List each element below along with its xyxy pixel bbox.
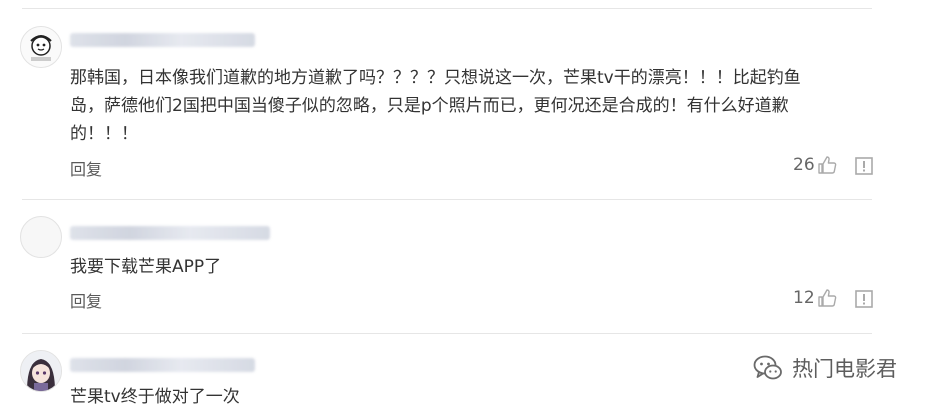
username-redacted <box>70 33 255 47</box>
watermark-text: 热门电影君 <box>792 357 897 381</box>
wechat-icon <box>753 355 782 380</box>
avatar[interactable] <box>20 26 62 68</box>
like-count: 12 <box>793 288 815 308</box>
comment-divider <box>22 199 872 200</box>
reply-button[interactable]: 回复 <box>70 288 102 312</box>
comment-text: 那韩国，日本像我们道歉的地方道歉了吗？？？？只想说这一次，芒果tv干的漂亮！！！… <box>70 68 801 144</box>
top-divider <box>22 8 872 9</box>
like-button[interactable]: 26 <box>793 155 837 175</box>
avatar[interactable] <box>20 350 62 392</box>
comment-text: 芒果tv终于做对了一次 <box>70 387 240 407</box>
username-redacted <box>70 358 255 372</box>
thumbs-up-icon[interactable] <box>817 155 837 175</box>
cartoon-avatar-icon <box>21 27 61 67</box>
account-watermark: 热门电影君 <box>752 352 897 384</box>
comment-divider <box>22 333 872 334</box>
like-count: 26 <box>793 155 815 175</box>
like-button[interactable]: 12 <box>793 288 837 308</box>
report-icon[interactable] <box>855 290 873 308</box>
thumbs-up-icon[interactable] <box>817 288 837 308</box>
comment-text: 我要下载芒果APP了 <box>70 257 222 277</box>
anime-girl-avatar-icon <box>21 351 61 391</box>
avatar[interactable] <box>20 216 62 258</box>
username-redacted <box>70 226 270 240</box>
reply-button[interactable]: 回复 <box>70 156 102 180</box>
report-icon[interactable] <box>855 157 873 175</box>
